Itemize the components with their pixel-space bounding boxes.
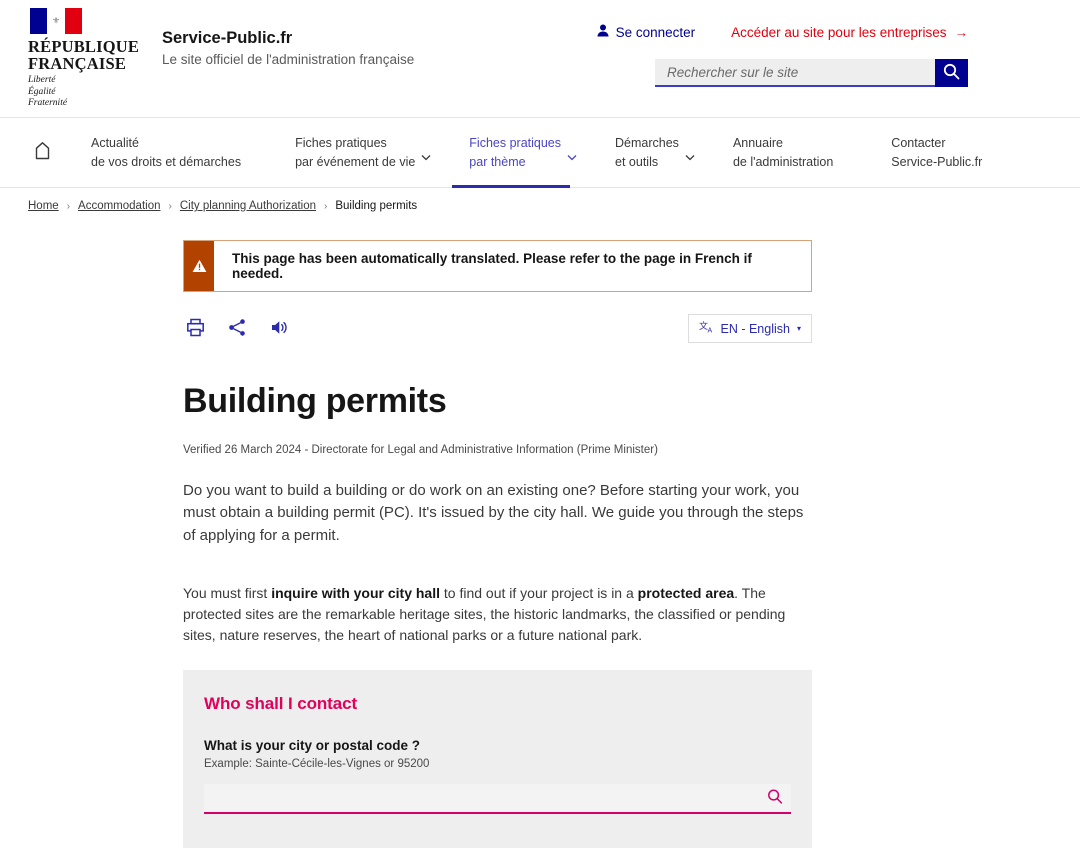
- speaker-icon: [270, 318, 289, 340]
- search-input[interactable]: [655, 59, 935, 87]
- republic-title: RÉPUBLIQUE FRANÇAISE: [28, 38, 142, 72]
- french-flag-icon: ⚜: [30, 8, 82, 34]
- city-postal-code-input[interactable]: [204, 790, 791, 806]
- nav-label-line2: et outils: [615, 154, 659, 169]
- republic-line-2: FRANÇAISE: [28, 54, 127, 73]
- nav-item-fiches-theme[interactable]: Fiches pratiques par thème: [452, 118, 577, 188]
- listen-button[interactable]: [267, 317, 291, 341]
- business-site-link[interactable]: Accéder au site pour les entreprises →: [731, 25, 968, 40]
- lead-paragraph: Do you want to build a building or do wo…: [183, 481, 804, 544]
- translate-icon: 文 A: [699, 320, 714, 337]
- toolbar-actions: [183, 317, 291, 341]
- nav-label-line1: Démarches: [615, 135, 679, 150]
- nav-label-line2: par événement de vie: [295, 154, 416, 169]
- arrow-right-icon: →: [954, 24, 969, 40]
- share-button[interactable]: [225, 317, 249, 341]
- breadcrumb-item-home[interactable]: Home: [28, 200, 59, 212]
- page-verification-meta: Verified 26 March 2024 - Directorate for…: [183, 443, 658, 456]
- business-label: Accéder au site pour les entreprises: [731, 24, 947, 40]
- republic-motto: Liberté Égalité Fraternité: [28, 75, 142, 110]
- chevron-down-icon: [685, 149, 695, 168]
- nav-label-line1: Contacter: [891, 135, 946, 150]
- site-header: ⚜ RÉPUBLIQUE FRANÇAISE Liberté Égalité F…: [0, 0, 1080, 118]
- nav-item-annuaire[interactable]: Annuaire de l'administration: [733, 118, 849, 188]
- breadcrumb-item-accommodation[interactable]: Accommodation: [78, 200, 160, 212]
- nav-label-line2: Service-Public.fr: [891, 154, 983, 169]
- site-name: Service-Public.fr: [162, 29, 293, 47]
- second-paragraph: You must first inquire with your city ha…: [183, 583, 813, 646]
- nav-label-line2: de l'administration: [732, 154, 834, 169]
- login-link[interactable]: Se connecter: [597, 24, 696, 40]
- nav-label-line2: de vos droits et démarches: [91, 154, 242, 169]
- nav-home-button[interactable]: [22, 133, 62, 173]
- nav-item-contacter[interactable]: Contacter Service-Public.fr: [891, 118, 998, 188]
- nav-label-line1: Actualité: [91, 135, 139, 150]
- nav-label-line1: Annuaire: [732, 135, 783, 150]
- paragraph-bold-city-hall: inquire with your city hall: [271, 585, 440, 602]
- user-icon: [597, 24, 609, 40]
- nav-item-demarches[interactable]: Démarches et outils: [615, 118, 695, 188]
- print-button[interactable]: [183, 317, 207, 341]
- contact-question-label: What is your city or postal code ?: [204, 738, 421, 754]
- login-label: Se connecter: [615, 24, 696, 40]
- page-toolbar: 文 A EN - English ▾: [183, 314, 812, 343]
- motto-liberte: Liberté: [28, 75, 56, 85]
- site-identity[interactable]: Service-Public.fr Le site officiel de l'…: [162, 28, 414, 70]
- republic-line-1: RÉPUBLIQUE: [28, 37, 140, 56]
- nav-label-line1: Fiches pratiques: [469, 135, 562, 150]
- svg-text:A: A: [707, 328, 712, 335]
- language-selector-button[interactable]: 文 A EN - English ▾: [687, 314, 812, 343]
- contact-box-title: Who shall I contact: [204, 694, 358, 714]
- chevron-down-icon: [421, 149, 431, 168]
- language-label: EN - English: [720, 321, 790, 336]
- page-content: This page has been automatically transla…: [0, 240, 1080, 848]
- search-icon: [767, 789, 783, 808]
- print-icon: [186, 318, 205, 340]
- nav-label-line1: Fiches pratiques: [295, 135, 387, 150]
- paragraph-bold-protected-area: protected area: [637, 585, 735, 602]
- city-postal-code-field: [204, 784, 791, 815]
- motto-egalite: Égalité: [28, 86, 56, 97]
- nav-item-fiches-evenement[interactable]: Fiches pratiques par événement de vie: [295, 118, 431, 188]
- breadcrumb-separator: ›: [324, 200, 328, 212]
- share-icon: [228, 318, 247, 340]
- chevron-down-icon: [567, 149, 577, 168]
- paragraph-text-part2: to find out if your project is in a: [440, 585, 638, 602]
- city-search-button[interactable]: [767, 789, 783, 808]
- header-links: Se connecter Accéder au site pour les en…: [597, 24, 968, 40]
- republique-francaise-logo: ⚜ RÉPUBLIQUE FRANÇAISE Liberté Égalité F…: [22, 8, 142, 110]
- translation-alert-banner: This page has been automatically transla…: [183, 240, 812, 292]
- page-title: Building permits: [183, 382, 447, 420]
- main-navigation: Actualité de vos droits et démarches Fic…: [0, 118, 1080, 188]
- warning-triangle-icon: [184, 241, 214, 291]
- paragraph-text-part1: You must first: [183, 585, 272, 602]
- contact-lookup-box: Who shall I contact What is your city or…: [183, 670, 812, 848]
- nav-item-actualite[interactable]: Actualité de vos droits et démarches: [91, 118, 257, 188]
- site-tagline: Le site officiel de l'administration fra…: [162, 52, 415, 67]
- motto-fraternite: Fraternité: [28, 98, 68, 108]
- home-icon: [33, 141, 52, 165]
- search-submit-button[interactable]: [935, 59, 968, 87]
- contact-example-hint: Example: Sainte-Cécile-les-Vignes or 952…: [204, 758, 430, 771]
- breadcrumb-separator: ›: [66, 200, 71, 212]
- breadcrumb-item-city-planning[interactable]: City planning Authorization: [180, 200, 316, 212]
- breadcrumb-separator: ›: [168, 200, 172, 212]
- breadcrumb: Home › Accommodation › City planning Aut…: [0, 188, 1080, 212]
- alert-message: This page has been automatically transla…: [232, 251, 752, 281]
- site-search: [655, 59, 968, 87]
- chevron-down-icon: ▾: [796, 324, 801, 333]
- nav-label-line2: par thème: [469, 154, 526, 169]
- breadcrumb-current: Building permits: [335, 200, 418, 212]
- search-icon: [943, 63, 960, 83]
